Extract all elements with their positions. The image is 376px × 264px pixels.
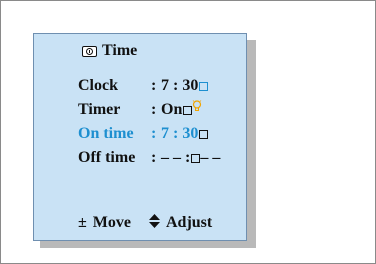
off-time-value-after: – – xyxy=(200,149,221,166)
on-time-colon: : xyxy=(151,125,157,142)
timer-label: Timer xyxy=(78,101,121,118)
bulb-icon xyxy=(192,100,202,112)
clock-value: 7 : 30 xyxy=(161,77,199,94)
menu-title: Time xyxy=(82,42,137,60)
menu-item-timer[interactable]: Timer : On xyxy=(78,100,202,119)
move-hint: Move xyxy=(92,214,131,231)
up-down-arrows-icon xyxy=(148,214,160,232)
off-time-label: Off time xyxy=(78,149,136,166)
clock-colon: : xyxy=(151,77,157,94)
on-time-label: On time xyxy=(78,125,134,142)
cursor-box xyxy=(199,81,209,91)
cursor-box xyxy=(191,153,201,163)
on-time-value: 7 : 30 xyxy=(161,125,199,142)
menu-item-off-time[interactable]: Off time : – – : – – xyxy=(78,149,220,167)
menu-footer: ± Move Adjust xyxy=(78,214,212,232)
off-time-value: – – : xyxy=(161,149,191,166)
time-menu: Time Clock : 7 : 30 Timer : On On time :… xyxy=(33,33,247,241)
menu-title-label: Time xyxy=(102,42,138,59)
off-time-colon: : xyxy=(151,149,157,166)
cursor-box xyxy=(183,105,193,115)
clock-label: Clock xyxy=(78,77,118,94)
timer-value: On xyxy=(161,101,183,118)
cursor-box xyxy=(199,129,209,139)
menu-item-clock[interactable]: Clock : 7 : 30 xyxy=(78,77,209,95)
menu-item-on-time[interactable]: On time : 7 : 30 xyxy=(78,125,209,143)
adjust-hint: Adjust xyxy=(165,214,213,231)
plus-minus-icon: ± xyxy=(78,214,87,231)
clock-icon xyxy=(82,45,97,57)
timer-colon: : xyxy=(151,101,157,118)
